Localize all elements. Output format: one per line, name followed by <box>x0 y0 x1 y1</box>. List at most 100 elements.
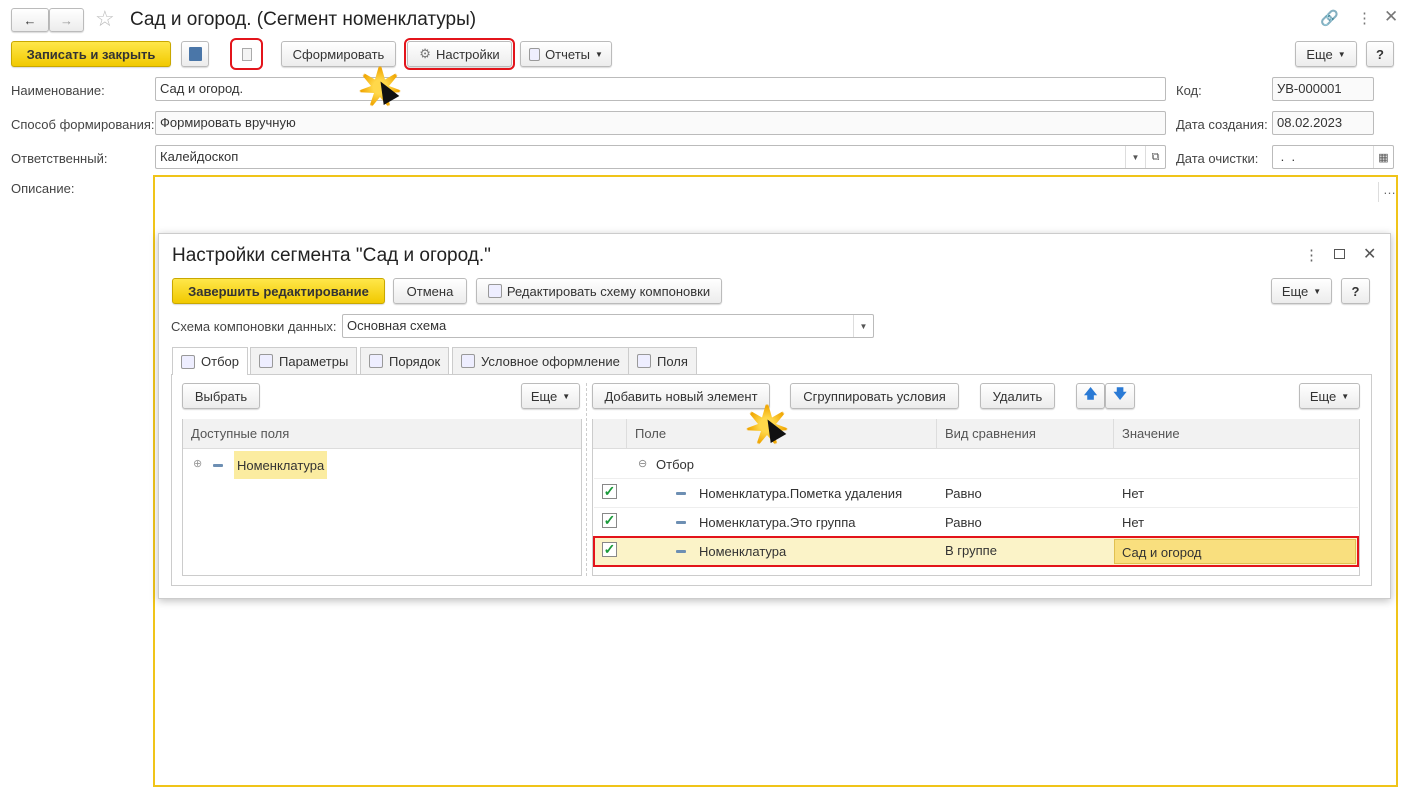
table-row-selected[interactable]: ✓ Номенклатура В группе Сад и огород <box>593 536 1359 567</box>
field-icon <box>676 492 686 495</box>
maximize-icon[interactable] <box>1334 249 1345 259</box>
settings-button[interactable]: ⚙ Настройки <box>404 38 515 70</box>
row-field: Номенклатура <box>699 544 787 559</box>
dialog-more-label: Еще <box>1281 283 1309 299</box>
method-label: Способ формирования: <box>11 117 155 132</box>
row-value-cell[interactable]: Сад и огород <box>1114 539 1356 564</box>
save-and-close-button[interactable]: Записать и закрыть <box>11 41 171 67</box>
help-button[interactable]: ? <box>1366 41 1394 67</box>
tab-filter[interactable]: Отбор <box>172 347 248 375</box>
row-checkbox[interactable]: ✓ <box>602 484 617 499</box>
left-more-label: Еще <box>530 388 558 404</box>
report-icon <box>529 47 541 61</box>
floppy-disk-icon <box>188 47 202 61</box>
row-comparison: Равно <box>945 515 982 530</box>
tab-label: Отбор <box>201 354 239 369</box>
close-icon[interactable]: ✕ <box>1384 7 1398 27</box>
name-label: Наименование: <box>11 83 105 98</box>
dialog-help-button[interactable]: ? <box>1341 278 1370 304</box>
field-icon <box>676 521 686 524</box>
schema-label: Схема компоновки данных: <box>171 319 337 334</box>
tab-fields[interactable]: Поля <box>628 347 697 374</box>
dialog-close-icon[interactable]: ✕ <box>1363 244 1376 264</box>
chevron-down-icon: ▼ <box>595 49 603 59</box>
forward-button[interactable]: → <box>49 8 84 32</box>
column-comparison[interactable]: Вид сравнения <box>937 419 1114 449</box>
tab-label: Порядок <box>389 353 441 369</box>
method-input[interactable]: Формировать вручную <box>155 111 1166 135</box>
favorite-star-icon[interactable]: ☆ <box>95 6 115 32</box>
column-value[interactable]: Значение <box>1114 419 1359 449</box>
document-button[interactable] <box>230 38 263 70</box>
calendar-icon[interactable]: ▦ <box>1373 146 1393 168</box>
more-icon[interactable]: ⋮ <box>1357 9 1372 27</box>
table-row[interactable]: ✓ Номенклатура.Это группа Равно Нет <box>594 508 1358 537</box>
responsible-value: Калейдоскоп <box>160 149 239 164</box>
group-conditions-button[interactable]: Сгруппировать условия <box>790 383 959 409</box>
chevron-down-icon: ▼ <box>1313 286 1322 296</box>
clear-date-input[interactable]: . . ▦ <box>1272 145 1394 169</box>
created-label: Дата создания: <box>1176 117 1268 132</box>
dropdown-button[interactable]: ▼ <box>853 315 873 337</box>
edit-schema-label: Редактировать схему компоновки <box>506 283 711 299</box>
cancel-button[interactable]: Отмена <box>393 278 467 304</box>
expand-icon[interactable]: ⊕ <box>193 457 202 470</box>
edit-schema-icon <box>487 284 502 298</box>
finish-editing-button[interactable]: Завершить редактирование <box>172 278 385 304</box>
open-button[interactable]: ⧉ <box>1145 146 1165 168</box>
table-row-group[interactable]: ⊖ Отбор <box>594 450 1358 479</box>
splitter[interactable] <box>586 383 587 576</box>
created-input[interactable]: 08.02.2023 <box>1272 111 1374 135</box>
left-more-button[interactable]: Еще ▼ <box>521 383 580 409</box>
right-more-label: Еще <box>1309 388 1337 404</box>
tab-label: Условное оформление <box>481 353 620 369</box>
right-more-button[interactable]: Еще ▼ <box>1299 383 1360 409</box>
tab-parameters[interactable]: Параметры <box>250 347 358 374</box>
row-checkbox[interactable]: ✓ <box>602 542 617 557</box>
chevron-down-icon: ▼ <box>1337 49 1346 59</box>
responsible-label: Ответственный: <box>11 151 108 166</box>
collapse-icon[interactable]: ⊖ <box>638 457 647 470</box>
name-input[interactable]: Сад и огород. <box>155 77 1166 101</box>
reports-label: Отчеты <box>545 46 590 62</box>
edit-schema-button[interactable]: Редактировать схему компоновки <box>476 278 722 304</box>
row-comparison: Равно <box>945 486 982 501</box>
field-icon <box>676 550 686 553</box>
parameters-icon <box>259 354 273 368</box>
dialog-more-icon[interactable]: ⋮ <box>1304 246 1319 264</box>
field-icon <box>213 464 223 467</box>
row-value: Нет <box>1122 515 1145 530</box>
row-value: Нет <box>1122 486 1145 501</box>
window-title: Сад и огород. (Сегмент номенклатуры) <box>130 9 477 30</box>
tree-item-nomenclature[interactable]: Номенклатура <box>234 451 328 479</box>
move-up-button[interactable]: 🡅 <box>1076 383 1105 409</box>
code-input[interactable]: УВ-000001 <box>1272 77 1374 101</box>
schema-value: Основная схема <box>347 318 447 333</box>
move-down-button[interactable]: 🡇 <box>1105 383 1135 409</box>
gear-icon: ⚙ <box>419 46 431 61</box>
description-more-button[interactable]: … <box>1378 182 1396 202</box>
back-button[interactable]: ← <box>11 8 49 32</box>
table-row[interactable]: ✓ Номенклатура.Пометка удаления Равно Не… <box>594 479 1358 508</box>
dialog-title: Настройки сегмента "Сад и огород." <box>172 245 491 266</box>
save-button[interactable] <box>181 41 209 67</box>
tab-conditional-format[interactable]: Условное оформление <box>452 347 629 374</box>
reports-button[interactable]: Отчеты ▼ <box>520 41 612 67</box>
row-checkbox[interactable]: ✓ <box>602 513 617 528</box>
schema-select[interactable]: Основная схема ▼ <box>342 314 874 338</box>
add-element-button[interactable]: Добавить новый элемент <box>592 383 770 409</box>
more-button[interactable]: Еще ▼ <box>1295 41 1357 67</box>
available-fields-header: Доступные поля <box>183 419 581 449</box>
select-button[interactable]: Выбрать <box>182 383 260 409</box>
delete-button[interactable]: Удалить <box>980 383 1055 409</box>
clear-label: Дата очистки: <box>1176 151 1259 166</box>
code-label: Код: <box>1176 83 1202 98</box>
responsible-input[interactable]: Калейдоскоп ▼ ⧉ <box>155 145 1166 169</box>
dropdown-button[interactable]: ▼ <box>1125 146 1145 168</box>
dialog-more-button[interactable]: Еще ▼ <box>1271 278 1332 304</box>
tab-order[interactable]: Порядок <box>360 347 450 374</box>
tab-label: Поля <box>657 353 688 369</box>
row-field: Номенклатура.Пометка удаления <box>699 486 903 501</box>
generate-button[interactable]: Сформировать <box>281 41 396 67</box>
link-icon[interactable]: 🔗 <box>1320 9 1339 27</box>
